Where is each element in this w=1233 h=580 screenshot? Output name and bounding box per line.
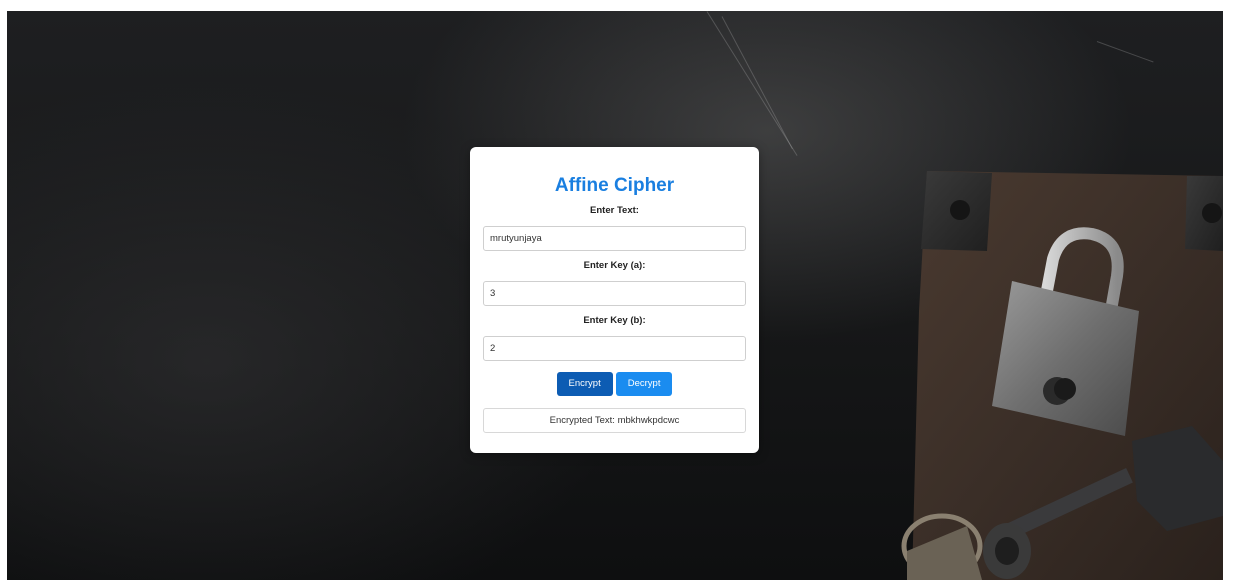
key-b-label: Enter Key (b):: [583, 315, 646, 326]
action-buttons: Encrypt Decrypt: [483, 372, 746, 396]
page-background: Affine Cipher Enter Text: Enter Key (a):…: [7, 11, 1223, 580]
key-b-input[interactable]: [483, 336, 746, 361]
key-a-label: Enter Key (a):: [583, 260, 646, 271]
decrypt-button[interactable]: Decrypt: [615, 372, 673, 396]
text-label: Enter Text:: [590, 205, 639, 216]
text-input[interactable]: [483, 226, 746, 251]
result-output: Encrypted Text: mbkhwkpdcwc: [483, 408, 746, 433]
cipher-card: Affine Cipher Enter Text: Enter Key (a):…: [470, 147, 759, 453]
page-title: Affine Cipher: [554, 175, 675, 196]
key-a-input[interactable]: [483, 281, 746, 306]
encrypt-button[interactable]: Encrypt: [556, 372, 613, 396]
